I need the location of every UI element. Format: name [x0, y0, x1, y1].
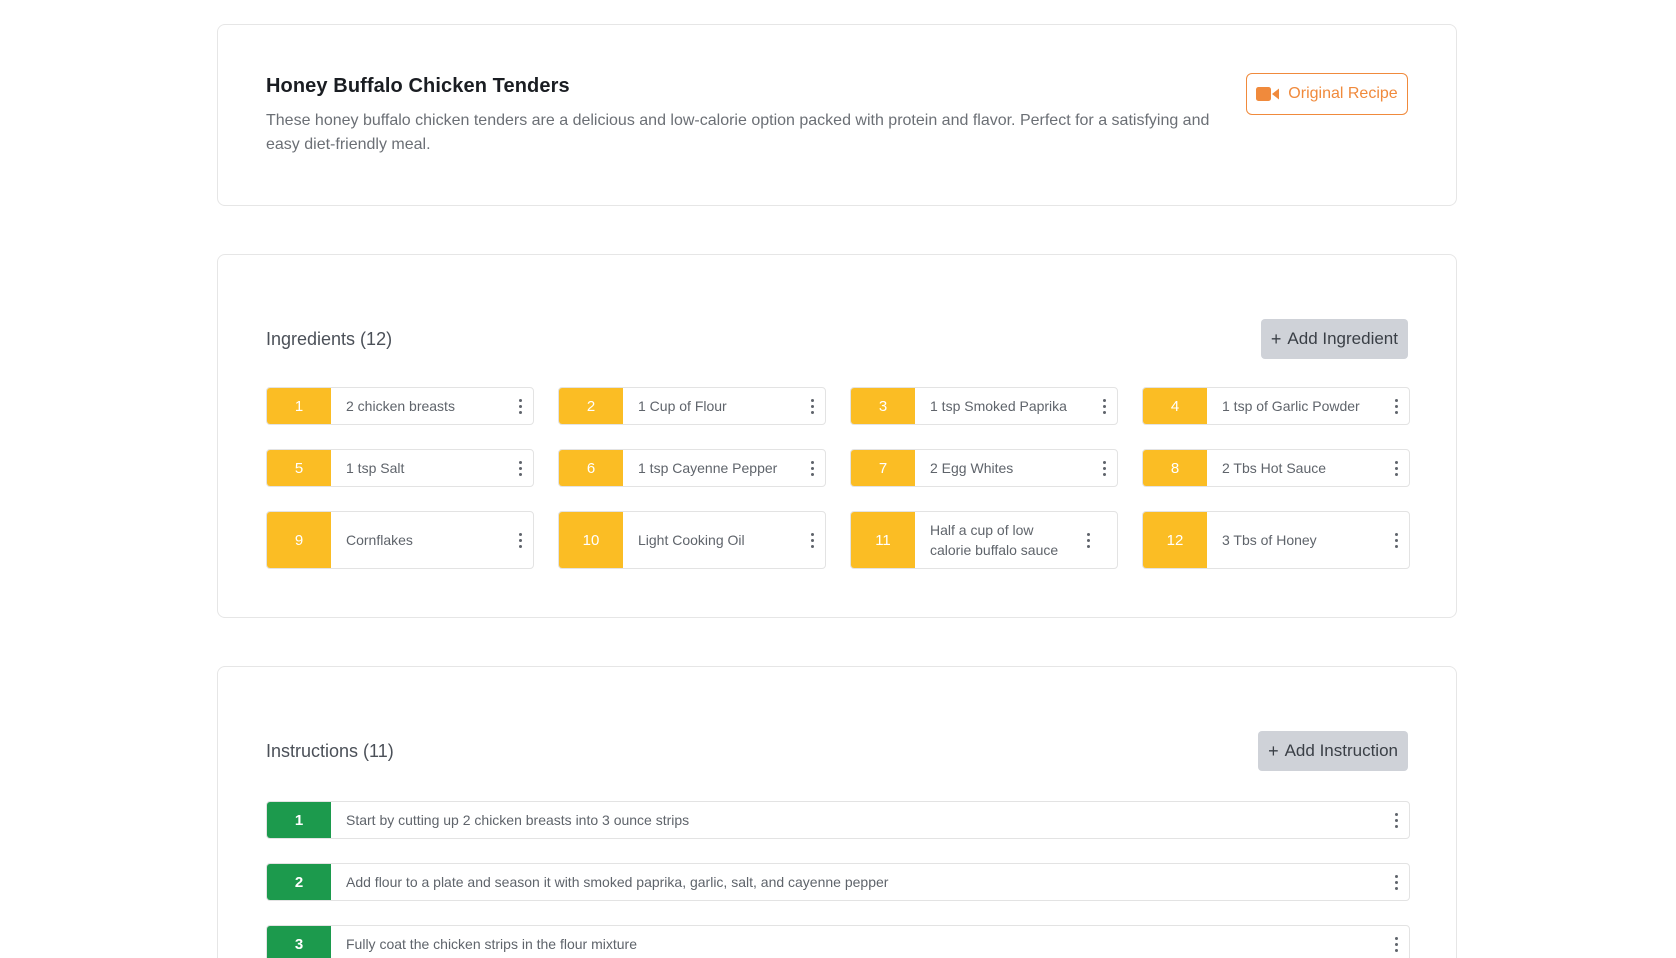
ingredient-number: 5 — [267, 450, 331, 486]
ingredient-number: 9 — [267, 512, 331, 568]
plus-icon: + — [1270, 328, 1282, 349]
ingredient-text: 3 Tbs of Honey — [1222, 532, 1317, 548]
more-options-icon[interactable] — [1383, 388, 1409, 424]
plus-icon: + — [1268, 740, 1279, 761]
original-recipe-button[interactable]: Original Recipe — [1246, 73, 1408, 115]
more-options-icon[interactable] — [1091, 450, 1117, 486]
instruction-number: 1 — [267, 802, 331, 838]
recipe-description: These honey buffalo chicken tenders are … — [266, 112, 1210, 153]
instruction-text: Fully coat the chicken strips in the flo… — [346, 936, 638, 952]
more-options-icon[interactable] — [1383, 802, 1409, 838]
ingredient-item[interactable]: 9 Cornflakes — [266, 511, 534, 569]
instruction-item[interactable]: 2 Add flour to a plate and season it with… — [266, 863, 1410, 901]
instruction-text: Add flour to a plate and season it with … — [346, 874, 889, 890]
more-options-icon[interactable] — [507, 512, 533, 568]
add-ingredient-button[interactable]: + Add Ingredient — [1260, 319, 1408, 359]
instruction-number: 3 — [267, 926, 331, 958]
instruction-number: 2 — [267, 864, 331, 900]
more-options-icon[interactable] — [799, 450, 825, 486]
ingredient-item[interactable]: 6 1 tsp Cayenne Pepper — [558, 449, 826, 487]
ingredient-item[interactable]: 7 2 Egg Whites — [850, 449, 1118, 487]
original-recipe-label: Original Recipe — [1288, 85, 1398, 102]
ingredient-text: 1 Cup of Flour — [638, 398, 727, 414]
ingredient-number: 3 — [851, 388, 915, 424]
instruction-text: Start by cutting up 2 chicken breasts in… — [346, 812, 690, 828]
more-options-icon[interactable] — [507, 450, 533, 486]
ingredient-number: 6 — [559, 450, 623, 486]
ingredients-grid: 1 2 chicken breasts 2 1 Cup of Flour 3 1 tsp … — [266, 387, 1410, 593]
video-camera-icon — [1256, 86, 1280, 102]
ingredient-text: 1 tsp Salt — [346, 460, 405, 476]
ingredients-card: Ingredients (12) + Add Ingredient 1 2 chi… — [217, 254, 1457, 618]
ingredient-item[interactable]: 4 1 tsp of Garlic Powder — [1142, 387, 1410, 425]
more-options-icon[interactable] — [1091, 388, 1117, 424]
more-options-icon[interactable] — [799, 388, 825, 424]
ingredient-number: 7 — [851, 450, 915, 486]
more-options-icon[interactable] — [1383, 450, 1409, 486]
instructions-title: Instructions (11) — [266, 741, 394, 761]
ingredient-text: 2 Tbs Hot Sauce — [1222, 460, 1327, 476]
ingredient-text: 1 tsp Cayenne Pepper — [638, 460, 778, 476]
ingredient-text: Cornflakes — [346, 532, 413, 548]
ingredient-item[interactable]: 1 2 chicken breasts — [266, 387, 534, 425]
ingredient-number: 11 — [851, 512, 915, 568]
ingredient-item[interactable]: 11 Half a cup of low calorie buffalo sauc… — [850, 511, 1118, 569]
ingredient-item[interactable]: 10 Light Cooking Oil — [558, 511, 826, 569]
ingredient-number: 1 — [267, 388, 331, 424]
more-options-icon[interactable] — [507, 388, 533, 424]
ingredient-number: 8 — [1143, 450, 1207, 486]
instructions-list: 1 Start by cutting up 2 chicken breasts i… — [266, 801, 1410, 958]
instruction-item[interactable]: 3 Fully coat the chicken strips in the fl… — [266, 925, 1410, 958]
ingredient-text: Half a cup of low calorie buffalo sauce — [930, 522, 1059, 558]
more-options-icon[interactable] — [1383, 864, 1409, 900]
ingredient-item[interactable]: 12 3 Tbs of Honey — [1142, 511, 1410, 569]
ingredient-text: 2 chicken breasts — [346, 398, 455, 414]
add-instruction-label: Add Instruction — [1284, 741, 1398, 760]
instruction-item[interactable]: 1 Start by cutting up 2 chicken breasts i… — [266, 801, 1410, 839]
ingredient-text: 1 tsp Smoked Paprika — [930, 398, 1067, 414]
ingredient-item[interactable]: 8 2 Tbs Hot Sauce — [1142, 449, 1410, 487]
ingredient-item[interactable]: 3 1 tsp Smoked Paprika — [850, 387, 1118, 425]
more-options-icon[interactable] — [1075, 512, 1101, 568]
recipe-title: Honey Buffalo Chicken Tenders — [266, 75, 570, 97]
add-instruction-button[interactable]: + Add Instruction — [1258, 731, 1408, 771]
instructions-card: Instructions (11) + Add Instruction 1 Sta… — [217, 666, 1457, 958]
ingredient-number: 4 — [1143, 388, 1207, 424]
ingredient-text: 1 tsp of Garlic Powder — [1222, 398, 1360, 414]
ingredient-number: 2 — [559, 388, 623, 424]
more-options-icon[interactable] — [799, 512, 825, 568]
ingredient-item[interactable]: 5 1 tsp Salt — [266, 449, 534, 487]
more-options-icon[interactable] — [1383, 926, 1409, 958]
ingredient-number: 12 — [1143, 512, 1207, 568]
ingredient-text: 2 Egg Whites — [930, 460, 1014, 476]
recipe-header-card: Honey Buffalo Chicken Tenders These hone… — [217, 24, 1457, 206]
ingredient-number: 10 — [559, 512, 623, 568]
ingredient-item[interactable]: 2 1 Cup of Flour — [558, 387, 826, 425]
add-ingredient-label: Add Ingredient — [1287, 329, 1398, 348]
more-options-icon[interactable] — [1383, 512, 1409, 568]
ingredient-text: Light Cooking Oil — [638, 532, 745, 548]
ingredients-title: Ingredients (12) — [266, 329, 393, 349]
